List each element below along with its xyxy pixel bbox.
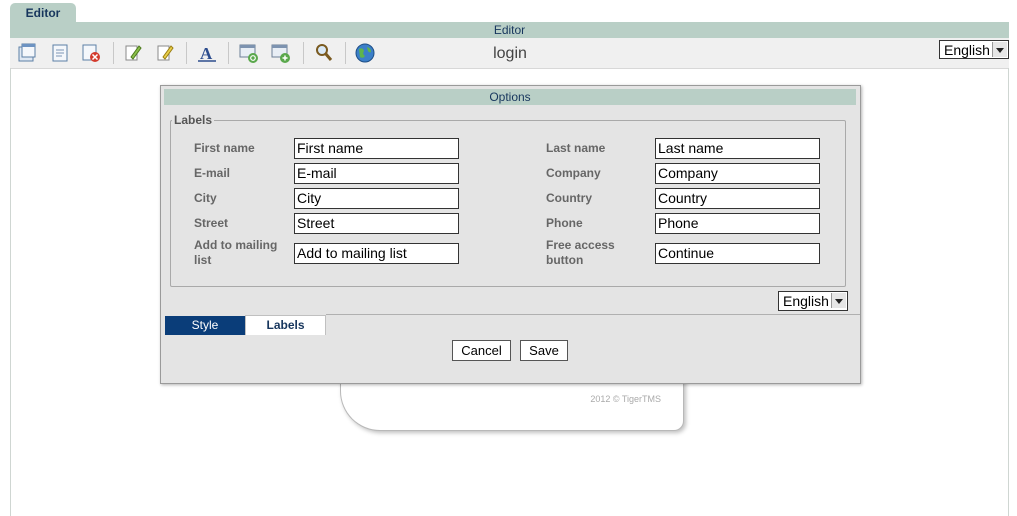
cancel-button[interactable]: Cancel bbox=[452, 340, 511, 361]
copyright-text: 2012 © TigerTMS bbox=[590, 394, 661, 404]
phone-label: Phone bbox=[546, 216, 583, 230]
company-label: Company bbox=[546, 166, 601, 180]
window-refresh-icon[interactable] bbox=[238, 42, 260, 64]
mailing-list-label: Add to mailing list bbox=[194, 238, 278, 267]
language-select[interactable]: English bbox=[939, 40, 1009, 59]
chevron-down-icon[interactable] bbox=[831, 293, 846, 308]
new-page-icon[interactable] bbox=[16, 42, 38, 64]
last-name-input[interactable]: Last name bbox=[655, 138, 820, 159]
street-label: Street bbox=[194, 216, 229, 230]
first-name-input[interactable]: First name bbox=[294, 138, 459, 159]
mailing-list-input[interactable]: Add to mailing list bbox=[294, 243, 459, 264]
window-add-icon[interactable] bbox=[270, 42, 292, 64]
free-access-button-label: Free access button bbox=[546, 238, 615, 267]
email-label: E-mail bbox=[194, 166, 231, 180]
phone-input[interactable]: Phone bbox=[655, 213, 820, 234]
search-icon[interactable] bbox=[313, 42, 335, 64]
tab-labels[interactable]: Labels bbox=[245, 315, 326, 335]
city-label: City bbox=[194, 191, 217, 205]
tab-divider bbox=[326, 314, 860, 315]
page-name: login bbox=[493, 45, 527, 62]
editor-tab[interactable]: Editor bbox=[10, 3, 76, 23]
toolbar: A login English bbox=[10, 38, 1009, 69]
company-input[interactable]: Company bbox=[655, 163, 820, 184]
first-name-label: First name bbox=[194, 141, 255, 155]
dialog-language-select-value: English bbox=[783, 293, 829, 309]
svg-text:A: A bbox=[200, 44, 213, 63]
tab-style[interactable]: Style bbox=[165, 316, 245, 335]
edit-icon[interactable] bbox=[122, 42, 144, 64]
save-button[interactable]: Save bbox=[520, 340, 568, 361]
city-input[interactable]: City bbox=[294, 188, 459, 209]
country-input[interactable]: Country bbox=[655, 188, 820, 209]
street-input[interactable]: Street bbox=[294, 213, 459, 234]
country-label: Country bbox=[546, 191, 592, 205]
language-select-value: English bbox=[944, 42, 990, 58]
dialog-language-select[interactable]: English bbox=[778, 291, 848, 311]
email-input[interactable]: E-mail bbox=[294, 163, 459, 184]
dialog-title: Options bbox=[164, 89, 856, 105]
last-name-label: Last name bbox=[546, 141, 606, 155]
free-access-button-input[interactable]: Continue bbox=[655, 243, 820, 264]
editor-title-bar: Editor bbox=[10, 22, 1009, 38]
edit-alt-icon[interactable] bbox=[154, 42, 176, 64]
options-dialog: Options Labels First name First name E-m… bbox=[160, 85, 861, 384]
delete-page-icon[interactable] bbox=[80, 42, 102, 64]
labels-legend: Labels bbox=[172, 113, 215, 127]
globe-icon[interactable] bbox=[354, 42, 376, 64]
chevron-down-icon[interactable] bbox=[992, 42, 1007, 57]
font-icon[interactable]: A bbox=[196, 42, 218, 64]
edit-page-icon[interactable] bbox=[49, 42, 71, 64]
